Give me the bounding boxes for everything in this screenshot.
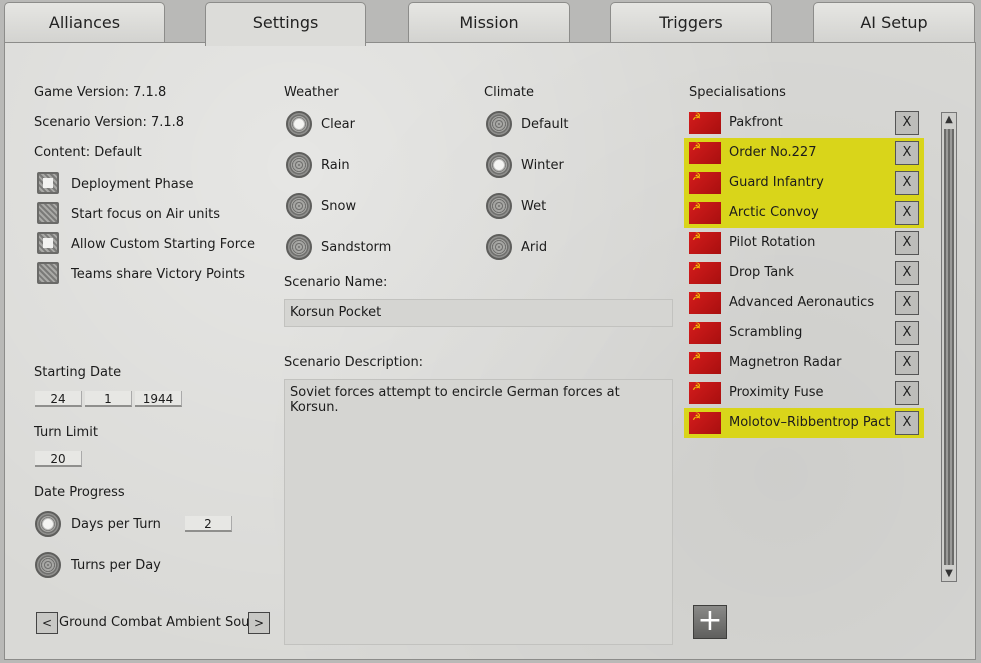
days-per-turn-input[interactable]: 2	[185, 516, 232, 532]
soviet-flag-icon: ☭	[689, 232, 721, 254]
turns-per-day-radio[interactable]	[35, 552, 61, 578]
ambient-sound-label: Ground Combat Ambient Sound	[59, 615, 266, 630]
custom-force-label: Allow Custom Starting Force	[71, 237, 255, 252]
specialisation-label: Order No.227	[729, 145, 817, 160]
remove-specialisation-button[interactable]: X	[895, 231, 919, 255]
soviet-flag-icon: ☭	[689, 142, 721, 164]
specialisations-title: Specialisations	[689, 85, 786, 100]
remove-specialisation-button[interactable]: X	[895, 111, 919, 135]
days-per-turn-radio[interactable]	[35, 511, 61, 537]
weather-rain-label: Rain	[321, 158, 350, 173]
remove-specialisation-button[interactable]: X	[895, 411, 919, 435]
deployment-phase-label: Deployment Phase	[71, 177, 194, 192]
remove-specialisation-button[interactable]: X	[895, 381, 919, 405]
specialisation-label: Pakfront	[729, 115, 783, 130]
scenario-description-label: Scenario Description:	[284, 355, 424, 370]
climate-wet-radio[interactable]	[486, 193, 512, 219]
remove-specialisation-button[interactable]: X	[895, 291, 919, 315]
climate-arid-label: Arid	[521, 240, 548, 255]
specialisation-label: Arctic Convoy	[729, 205, 819, 220]
specialisation-row[interactable]: ☭ Magnetron Radar X	[684, 348, 924, 378]
specialisation-row[interactable]: ☭ Scrambling X	[684, 318, 924, 348]
soviet-flag-icon: ☭	[689, 202, 721, 224]
specialisation-row[interactable]: ☭ Pakfront X	[684, 108, 924, 138]
scenario-name-input[interactable]: Korsun Pocket	[284, 299, 673, 327]
climate-default-label: Default	[521, 117, 569, 132]
scenario-description-textarea[interactable]: Soviet forces attempt to encircle German…	[284, 379, 673, 645]
climate-winter-radio[interactable]	[486, 152, 512, 178]
climate-winter-label: Winter	[521, 158, 564, 173]
specialisation-label: Drop Tank	[729, 265, 794, 280]
turns-per-day-label: Turns per Day	[71, 558, 161, 573]
soviet-flag-icon: ☭	[689, 292, 721, 314]
soviet-flag-icon: ☭	[689, 352, 721, 374]
weather-sandstorm-radio[interactable]	[286, 234, 312, 260]
climate-arid-radio[interactable]	[486, 234, 512, 260]
remove-specialisation-button[interactable]: X	[895, 201, 919, 225]
specialisation-label: Molotov–Ribbentrop Pact	[729, 415, 891, 430]
turn-limit-label: Turn Limit	[34, 425, 98, 440]
remove-specialisation-button[interactable]: X	[895, 261, 919, 285]
weather-clear-radio[interactable]	[286, 111, 312, 137]
scenario-name-label: Scenario Name:	[284, 275, 388, 290]
custom-force-checkbox[interactable]	[37, 232, 59, 254]
deployment-phase-checkbox[interactable]	[37, 172, 59, 194]
climate-title: Climate	[484, 85, 535, 100]
soviet-flag-icon: ☭	[689, 322, 721, 344]
ambient-sound-prev-button[interactable]: <	[36, 612, 58, 634]
specialisation-label: Scrambling	[729, 325, 803, 340]
remove-specialisation-button[interactable]: X	[895, 351, 919, 375]
scenario-version: Scenario Version: 7.1.8	[34, 115, 185, 130]
content-label: Content: Default	[34, 145, 142, 160]
weather-snow-radio[interactable]	[286, 193, 312, 219]
specialisation-row[interactable]: ☭ Drop Tank X	[684, 258, 924, 288]
share-vp-label: Teams share Victory Points	[71, 267, 246, 282]
date-year-input[interactable]: 1944	[135, 391, 182, 407]
specialisation-row[interactable]: ☭ Proximity Fuse X	[684, 378, 924, 408]
add-specialisation-button[interactable]: +	[693, 605, 727, 639]
remove-specialisation-button[interactable]: X	[895, 141, 919, 165]
turn-limit-input[interactable]: 20	[35, 451, 82, 467]
weather-title: Weather	[284, 85, 339, 100]
weather-snow-label: Snow	[321, 199, 357, 214]
soviet-flag-icon: ☭	[689, 382, 721, 404]
specialisation-row[interactable]: ☭ Advanced Aeronautics X	[684, 288, 924, 318]
date-month-input[interactable]: 1	[85, 391, 132, 407]
soviet-flag-icon: ☭	[689, 172, 721, 194]
remove-specialisation-button[interactable]: X	[895, 321, 919, 345]
weather-rain-radio[interactable]	[286, 152, 312, 178]
scroll-down-icon[interactable]: ▼	[943, 568, 955, 580]
date-progress-label: Date Progress	[34, 485, 125, 500]
weather-sandstorm-label: Sandstorm	[321, 240, 392, 255]
remove-specialisation-button[interactable]: X	[895, 171, 919, 195]
weather-clear-label: Clear	[321, 117, 355, 132]
specialisation-row[interactable]: ☭ Molotov–Ribbentrop Pact X	[684, 408, 924, 438]
days-per-turn-label: Days per Turn	[71, 517, 161, 532]
specialisation-row[interactable]: ☭ Pilot Rotation X	[684, 228, 924, 258]
specialisations-scrollbar[interactable]: ▲ ▼	[941, 112, 957, 582]
climate-wet-label: Wet	[521, 199, 547, 214]
date-day-input[interactable]: 24	[35, 391, 82, 407]
starting-date-label: Starting Date	[34, 365, 122, 380]
air-focus-label: Start focus on Air units	[71, 207, 220, 222]
specialisation-label: Proximity Fuse	[729, 385, 824, 400]
scroll-up-icon[interactable]: ▲	[943, 114, 955, 126]
specialisation-label: Guard Infantry	[729, 175, 824, 190]
specialisation-row[interactable]: ☭ Guard Infantry X	[684, 168, 924, 198]
specialisation-label: Magnetron Radar	[729, 355, 842, 370]
soviet-flag-icon: ☭	[689, 412, 721, 434]
air-focus-checkbox[interactable]	[37, 202, 59, 224]
specialisation-row[interactable]: ☭ Order No.227 X	[684, 138, 924, 168]
ambient-sound-next-button[interactable]: >	[248, 612, 270, 634]
game-version: Game Version: 7.1.8	[34, 85, 167, 100]
share-vp-checkbox[interactable]	[37, 262, 59, 284]
soviet-flag-icon: ☭	[689, 262, 721, 284]
scroll-thumb[interactable]	[944, 129, 954, 565]
specialisation-label: Advanced Aeronautics	[729, 295, 875, 310]
specialisation-row[interactable]: ☭ Arctic Convoy X	[684, 198, 924, 228]
specialisation-label: Pilot Rotation	[729, 235, 816, 250]
climate-default-radio[interactable]	[486, 111, 512, 137]
soviet-flag-icon: ☭	[689, 112, 721, 134]
